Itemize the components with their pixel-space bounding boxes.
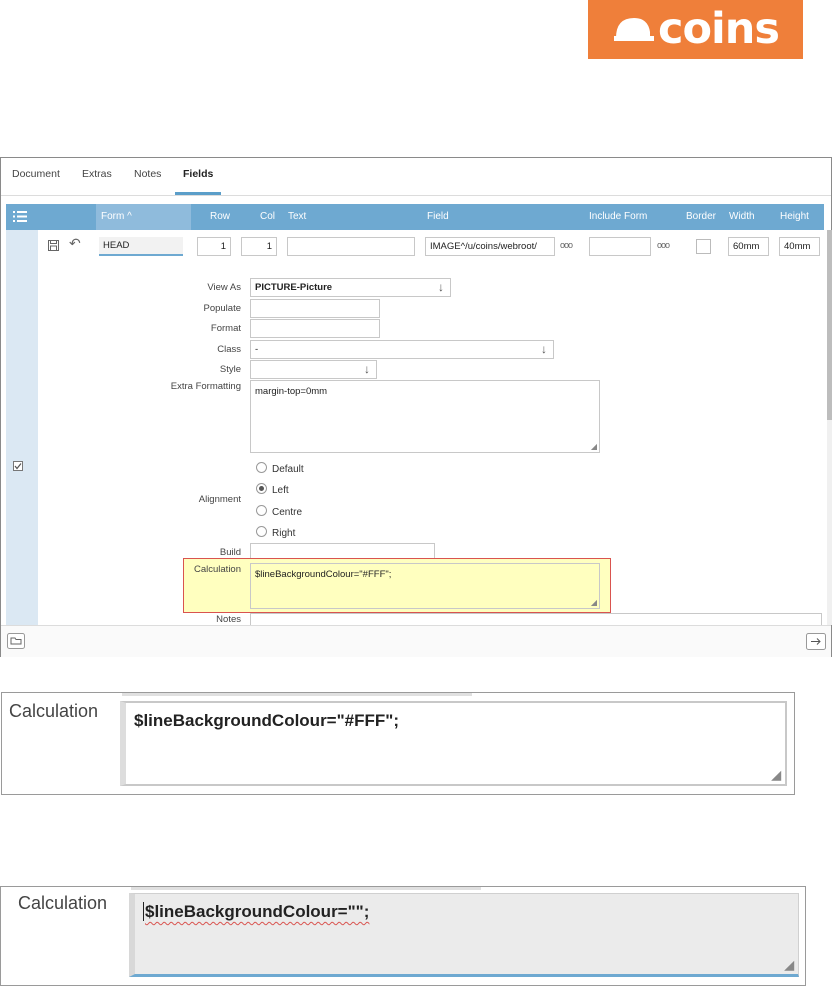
- alignment-label: Alignment: [198, 494, 241, 505]
- divider: [131, 887, 481, 890]
- logo-wordmark: coins: [658, 4, 780, 54]
- alignment-radio-left[interactable]: Left: [256, 483, 289, 496]
- include-form-input[interactable]: [589, 237, 651, 256]
- calculation-textarea[interactable]: $lineBackgroundColour="#FFF"; ◢: [250, 563, 600, 609]
- alignment-radio-centre[interactable]: Centre: [256, 505, 302, 518]
- style-label: Style: [219, 364, 241, 375]
- zoom-calculation-before: Calculation $lineBackgroundColour="#FFF"…: [1, 692, 795, 795]
- build-label: Build: [219, 547, 241, 558]
- helmet-icon: [614, 18, 654, 41]
- width-input[interactable]: 60mm: [728, 237, 769, 256]
- dropdown-arrow-icon: ↓: [438, 280, 444, 294]
- zoom-calculation-label: Calculation: [18, 893, 108, 913]
- row-checkbox-icon[interactable]: [13, 461, 23, 471]
- active-tab-indicator: [175, 192, 221, 195]
- notes-label: Notes: [216, 614, 241, 625]
- tab-bar: Document Extras Notes Fields: [1, 158, 831, 196]
- view-as-select[interactable]: PICTURE-Picture ↓: [250, 278, 451, 297]
- form-input[interactable]: HEAD: [99, 237, 183, 256]
- save-icon[interactable]: [48, 240, 59, 251]
- arrow-right-icon[interactable]: [806, 633, 826, 650]
- chevron-up-icon: ^: [127, 211, 132, 222]
- col-header-include-form[interactable]: Include Form: [589, 211, 647, 222]
- row-gutter: [6, 230, 38, 625]
- zoom-calculation-textarea[interactable]: $lineBackgroundColour="#FFF"; ◢: [120, 701, 787, 786]
- menu-icon[interactable]: [13, 211, 27, 222]
- text-input[interactable]: [287, 237, 415, 256]
- col-header-col[interactable]: Col: [260, 211, 275, 222]
- row-input[interactable]: 1: [197, 237, 231, 256]
- class-select[interactable]: - ↓: [250, 340, 554, 359]
- style-select[interactable]: ↓: [250, 360, 377, 379]
- scrollbar-thumb[interactable]: [827, 230, 832, 420]
- coins-logo: coins: [588, 0, 803, 59]
- populate-label: Populate: [203, 303, 241, 314]
- populate-input[interactable]: [250, 299, 380, 318]
- extra-formatting-textarea[interactable]: margin-top=0mm ◢: [250, 380, 600, 453]
- tab-document[interactable]: Document: [12, 168, 60, 180]
- format-input[interactable]: [250, 319, 380, 338]
- dropdown-arrow-icon: ↓: [541, 342, 547, 356]
- resize-grip-icon[interactable]: ◢: [591, 598, 597, 607]
- alignment-radio-default[interactable]: Default: [256, 462, 304, 475]
- undo-icon[interactable]: ↶: [69, 235, 81, 252]
- build-input[interactable]: [250, 543, 435, 559]
- col-header-field[interactable]: Field: [427, 211, 449, 222]
- divider: [122, 693, 472, 696]
- col-header-width[interactable]: Width: [729, 211, 755, 222]
- folder-icon[interactable]: [7, 633, 25, 649]
- calculation-label: Calculation: [194, 564, 241, 575]
- grid-header: Form ^ Row Col Text Field Include Form B…: [6, 204, 824, 230]
- resize-grip-icon[interactable]: ◢: [591, 442, 597, 451]
- include-form-lookup-icon[interactable]: ooo: [657, 240, 670, 250]
- fields-editor-screenshot: Document Extras Notes Fields Form ^ Row …: [0, 157, 832, 657]
- extra-formatting-label: Extra Formatting: [170, 381, 241, 392]
- col-input[interactable]: 1: [241, 237, 277, 256]
- dropdown-arrow-icon: ↓: [364, 362, 370, 376]
- border-checkbox[interactable]: [696, 239, 711, 254]
- format-label: Format: [210, 323, 241, 334]
- col-header-form[interactable]: Form ^: [101, 211, 132, 222]
- view-as-label: View As: [207, 282, 241, 293]
- alignment-radio-right[interactable]: Right: [256, 526, 295, 539]
- resize-grip-icon[interactable]: ◢: [772, 768, 781, 782]
- col-header-text[interactable]: Text: [288, 211, 306, 222]
- zoom-calculation-label: Calculation: [9, 701, 99, 721]
- col-header-row[interactable]: Row: [210, 211, 230, 222]
- resize-grip-icon[interactable]: ◢: [785, 958, 794, 972]
- field-input[interactable]: IMAGE^/u/coins/webroot/: [425, 237, 555, 256]
- tab-extras[interactable]: Extras: [82, 168, 112, 180]
- col-header-border[interactable]: Border: [686, 211, 716, 222]
- field-lookup-icon[interactable]: ooo: [560, 240, 573, 250]
- zoom-calculation-textarea-focused[interactable]: $lineBackgroundColour=""; ◢: [129, 893, 799, 977]
- bottom-toolbar: [1, 625, 831, 657]
- tab-fields[interactable]: Fields: [183, 168, 213, 180]
- height-input[interactable]: 40mm: [779, 237, 820, 256]
- class-label: Class: [217, 344, 241, 355]
- col-header-height[interactable]: Height: [780, 211, 809, 222]
- zoom-calculation-after: Calculation $lineBackgroundColour=""; ◢: [0, 886, 806, 986]
- tab-notes[interactable]: Notes: [134, 168, 161, 180]
